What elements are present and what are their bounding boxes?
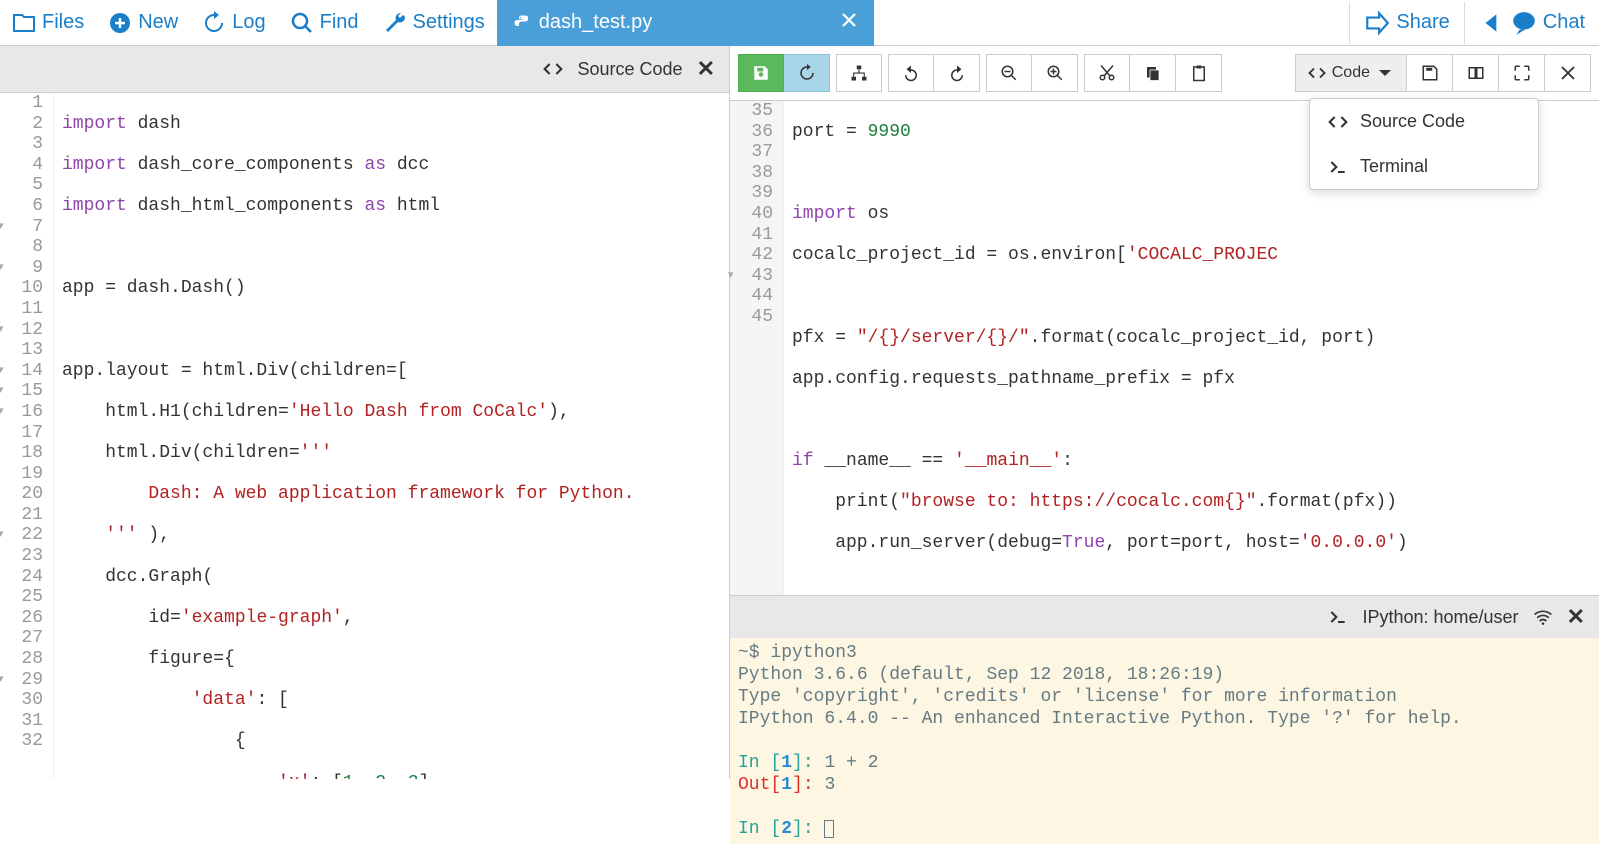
share-label: Share <box>1396 11 1449 34</box>
terminal-icon <box>1328 157 1348 177</box>
terminal-line: ~$ ipython3 <box>738 642 1591 664</box>
terminal-line: Type 'copyright', 'credits' or 'license'… <box>738 686 1591 708</box>
paste-button[interactable] <box>1176 54 1222 92</box>
redo-button[interactable] <box>934 54 980 92</box>
code-icon <box>1308 64 1326 82</box>
chat-label: Chat <box>1543 11 1585 34</box>
terminal-header: IPython: home/user ✕ <box>730 596 1599 638</box>
cut-button[interactable] <box>1084 54 1130 92</box>
left-code-body[interactable]: import dash import dash_core_components … <box>54 93 729 779</box>
code-icon <box>543 59 563 79</box>
terminal-cursor <box>824 820 834 838</box>
main-area: Source Code ✕ 1 2 3 4 5 6 7 8 9 10 11 12… <box>0 46 1599 779</box>
new-label: New <box>138 11 178 34</box>
left-gutter: 1 2 3 4 5 6 7 8 9 10 11 12 13 14 15 16 1… <box>0 93 54 779</box>
time-travel-button[interactable] <box>784 54 830 92</box>
copy-icon <box>1144 64 1162 82</box>
sitemap-icon <box>850 64 868 82</box>
search-icon <box>290 11 314 35</box>
undo-button[interactable] <box>888 54 934 92</box>
zoom-in-icon <box>1046 64 1064 82</box>
left-panel-title: Source Code <box>577 59 682 80</box>
terminal-out-line: Out[1]: 3 <box>738 774 1591 796</box>
code-dropdown-label: Code <box>1332 64 1370 82</box>
close-icon <box>840 11 858 29</box>
close-icon <box>1559 64 1577 82</box>
code-dropdown-menu: Source Code Terminal <box>1309 98 1539 190</box>
save-icon <box>752 64 770 82</box>
terminal-line <box>738 730 1591 752</box>
chat-icon <box>1511 10 1537 36</box>
split-columns-button[interactable] <box>1453 54 1499 92</box>
code-icon <box>1328 112 1348 132</box>
zoom-out-icon <box>1000 64 1018 82</box>
log-label: Log <box>232 11 265 34</box>
redo-icon <box>948 64 966 82</box>
left-panel-close[interactable]: ✕ <box>697 56 715 82</box>
find-label: Find <box>320 11 359 34</box>
save-icon <box>1421 64 1439 82</box>
wifi-icon <box>1533 607 1553 627</box>
terminal-line: Python 3.6.6 (default, Sep 12 2018, 18:2… <box>738 664 1591 686</box>
code-dropdown-button[interactable]: Code <box>1295 54 1407 92</box>
terminal-line: IPython 6.4.0 -- An enhanced Interactive… <box>738 708 1591 730</box>
history-icon <box>798 64 816 82</box>
files-label: Files <box>42 11 84 34</box>
settings-menu[interactable]: Settings <box>371 3 497 43</box>
share-icon <box>1364 10 1390 36</box>
expand-icon <box>1513 64 1531 82</box>
top-menu-bar: Files New Log Find Settings dash_test.py… <box>0 0 1599 46</box>
zoom-out-button[interactable] <box>986 54 1032 92</box>
files-menu[interactable]: Files <box>0 3 96 43</box>
plus-circle-icon <box>108 11 132 35</box>
left-panel: Source Code ✕ 1 2 3 4 5 6 7 8 9 10 11 12… <box>0 46 730 779</box>
new-menu[interactable]: New <box>96 3 190 43</box>
settings-label: Settings <box>413 11 485 34</box>
terminal-in-line: In [1]: 1 + 2 <box>738 752 1591 774</box>
sitemap-button[interactable] <box>836 54 882 92</box>
cut-icon <box>1098 64 1116 82</box>
paste-icon <box>1190 64 1208 82</box>
columns-icon <box>1467 64 1485 82</box>
dropdown-source-code[interactable]: Source Code <box>1310 99 1538 144</box>
folder-icon <box>12 11 36 35</box>
left-code-editor[interactable]: 1 2 3 4 5 6 7 8 9 10 11 12 13 14 15 16 1… <box>0 93 729 779</box>
zoom-in-button[interactable] <box>1032 54 1078 92</box>
right-gutter: 35 36 37 38 39 40 41 42 43 44 45 <box>730 101 784 595</box>
share-menu[interactable]: Share <box>1349 2 1463 44</box>
right-toolbar: Code Source Code Terminal <box>730 46 1599 101</box>
find-menu[interactable]: Find <box>278 3 371 43</box>
left-panel-header: Source Code ✕ <box>0 46 729 93</box>
wrench-icon <box>383 11 407 35</box>
caret-down-icon <box>1376 64 1394 82</box>
right-panel: Code Source Code Terminal <box>730 46 1599 779</box>
copy-button[interactable] <box>1130 54 1176 92</box>
fullscreen-button[interactable] <box>1499 54 1545 92</box>
terminal-icon <box>1328 607 1348 627</box>
close-panel-button[interactable] <box>1545 54 1591 92</box>
terminal-title: IPython: home/user <box>1362 607 1518 628</box>
terminal-body[interactable]: ~$ ipython3 Python 3.6.6 (default, Sep 1… <box>730 638 1599 844</box>
terminal-line <box>738 796 1591 818</box>
chat-menu[interactable]: Chat <box>1464 2 1599 44</box>
terminal-close[interactable]: ✕ <box>1567 604 1585 630</box>
save-button[interactable] <box>738 54 784 92</box>
python-icon <box>513 14 531 32</box>
save-split-button[interactable] <box>1407 54 1453 92</box>
terminal-in-line: In [2]: <box>738 818 1591 840</box>
log-menu[interactable]: Log <box>190 3 277 43</box>
undo-icon <box>902 64 920 82</box>
history-icon <box>202 11 226 35</box>
tab-close-button[interactable] <box>660 11 858 35</box>
tab-filename: dash_test.py <box>539 11 652 34</box>
dropdown-terminal[interactable]: Terminal <box>1310 144 1538 189</box>
caret-left-icon <box>1479 10 1505 36</box>
active-tab[interactable]: dash_test.py <box>497 0 874 46</box>
